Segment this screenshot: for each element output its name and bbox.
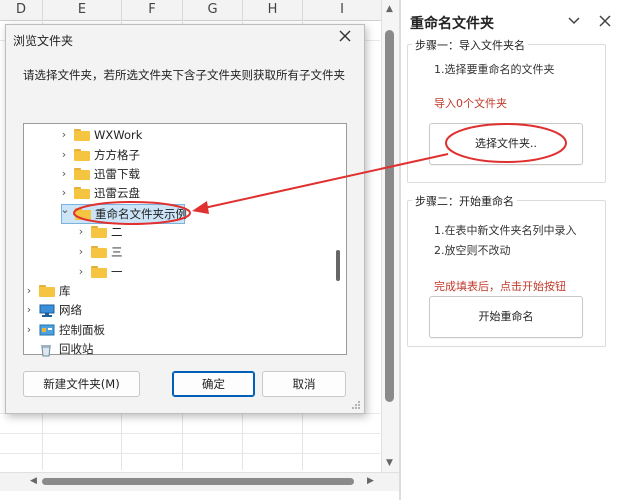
tree-item-label: 三 <box>111 245 123 259</box>
import-status: 导入0个文件夹 <box>434 97 507 110</box>
tree-item-label: 控制面板 <box>59 323 105 337</box>
tree-item-label: 迅雷云盘 <box>94 186 140 200</box>
tree-item-label: 迅雷下载 <box>94 167 140 181</box>
folder-icon <box>75 208 91 220</box>
tree-item[interactable]: › 迅雷下载 <box>61 165 261 183</box>
tree-scroll-thumb[interactable] <box>336 250 340 281</box>
recycle-bin-icon <box>39 343 53 362</box>
tree-item[interactable]: › 控制面板 <box>26 321 226 339</box>
grid-line <box>0 453 380 454</box>
tree-item-selected[interactable]: ⌄ 重命名文件夹示例 <box>60 201 187 224</box>
step2-hint: 完成填表后，点击开始按钮 <box>434 280 566 293</box>
scroll-right-icon[interactable]: ▶ <box>367 476 374 486</box>
folder-icon <box>74 168 90 180</box>
sheet-horizontal-scroll-thumb[interactable] <box>42 478 354 485</box>
step2-line1: 1.在表中新文件夹名列中录入 <box>434 224 577 237</box>
step2-line2: 2.放空则不改动 <box>434 244 511 257</box>
chevron-right-icon[interactable]: › <box>24 282 34 300</box>
chevron-right-icon[interactable]: › <box>76 263 86 281</box>
scroll-down-icon[interactable]: ▼ <box>386 458 393 468</box>
tree-item-label: 方方格子 <box>94 148 140 162</box>
step2-label: 步骤二：开始重命名 <box>412 193 517 209</box>
tree-item[interactable]: › 库 <box>26 282 226 300</box>
tree-item[interactable]: › 网络 <box>26 301 226 319</box>
chevron-right-icon[interactable]: › <box>59 184 69 202</box>
chevron-right-icon[interactable]: › <box>59 146 69 164</box>
tree-item[interactable]: › 方方格子 <box>61 146 261 164</box>
folder-icon <box>91 226 107 238</box>
column-header-i[interactable]: I <box>303 0 382 21</box>
column-header-e[interactable]: E <box>43 0 122 21</box>
chevron-right-icon[interactable]: › <box>59 165 69 183</box>
step1-instruction: 1.选择要重命名的文件夹 <box>434 63 555 76</box>
scroll-up-icon[interactable]: ▲ <box>386 4 393 14</box>
chevron-right-icon[interactable]: › <box>24 301 34 319</box>
chevron-right-icon[interactable]: › <box>59 126 69 144</box>
tree-item[interactable]: › 迅雷云盘 <box>61 184 261 202</box>
folder-icon <box>74 129 90 141</box>
dialog-instruction: 请选择文件夹，若所选文件夹下含子文件夹则获取所有子文件夹 <box>23 68 345 82</box>
tree-item[interactable]: › 二 <box>78 223 278 241</box>
close-icon[interactable] <box>598 14 612 28</box>
sheet-vertical-scroll-thumb[interactable] <box>385 30 394 402</box>
start-rename-button[interactable]: 开始重命名 <box>429 296 583 338</box>
tree-scrollbar[interactable] <box>331 124 345 352</box>
tree-item[interactable]: › 一 <box>78 263 278 281</box>
ok-button[interactable]: 确定 <box>172 371 255 397</box>
cancel-button[interactable]: 取消 <box>262 371 346 397</box>
tree-item-label: 二 <box>111 225 123 239</box>
chevron-down-icon[interactable] <box>567 16 581 26</box>
chevron-down-icon[interactable]: ⌄ <box>60 201 70 219</box>
chevron-right-icon[interactable]: › <box>76 243 86 261</box>
tree-item-label: 回收站 <box>59 342 94 356</box>
tree-item-label: 重命名文件夹示例 <box>95 207 187 221</box>
column-header-h[interactable]: H <box>243 0 303 21</box>
tree-item[interactable]: 回收站 <box>26 340 226 358</box>
column-header-g[interactable]: G <box>183 0 243 21</box>
new-folder-button[interactable]: 新建文件夹(M) <box>23 371 140 397</box>
tree-item[interactable]: › WXWork <box>61 126 261 144</box>
tree-item-label: 网络 <box>59 303 82 317</box>
grid-line <box>0 433 380 434</box>
folder-icon <box>91 246 107 258</box>
network-icon <box>39 304 55 322</box>
tree-item-label: 一 <box>111 265 123 279</box>
scroll-left-icon[interactable]: ◀ <box>30 476 37 486</box>
folder-icon <box>91 266 107 278</box>
chevron-right-icon[interactable]: › <box>76 223 86 241</box>
column-header-d[interactable]: D <box>0 0 43 21</box>
column-header-f[interactable]: F <box>122 0 183 21</box>
tree-item[interactable]: › 三 <box>78 243 278 261</box>
resize-grip-icon[interactable] <box>351 400 361 410</box>
folder-icon <box>74 187 90 199</box>
chevron-right-icon[interactable]: › <box>24 321 34 339</box>
select-folder-button[interactable]: 选择文件夹.. <box>429 123 583 165</box>
dialog-title: 浏览文件夹 <box>13 34 74 48</box>
folder-icon <box>74 149 90 161</box>
tree-item-label: 库 <box>59 284 71 298</box>
pane-title: 重命名文件夹 <box>410 16 494 32</box>
folder-icon <box>39 285 55 297</box>
close-icon[interactable] <box>339 30 351 42</box>
step1-label: 步骤一：导入文件夹名 <box>412 37 528 53</box>
tree-item-label: WXWork <box>94 128 143 142</box>
